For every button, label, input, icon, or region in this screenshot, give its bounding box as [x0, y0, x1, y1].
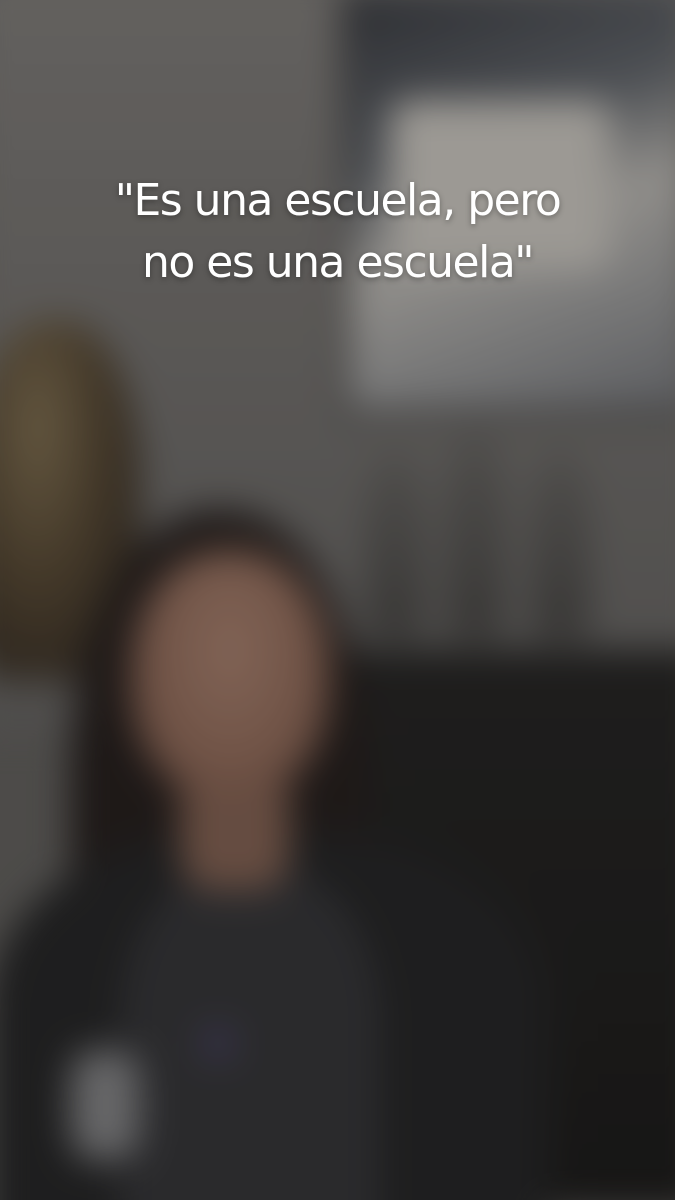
caption-line-1: "Es una escuela, pero: [114, 175, 562, 226]
video-frame: "Es una escuela, pero no es una escuela": [0, 0, 675, 1200]
caption-line-2: no es una escuela": [141, 237, 535, 288]
quote-caption: "Es una escuela, pero no es una escuela": [0, 170, 675, 294]
